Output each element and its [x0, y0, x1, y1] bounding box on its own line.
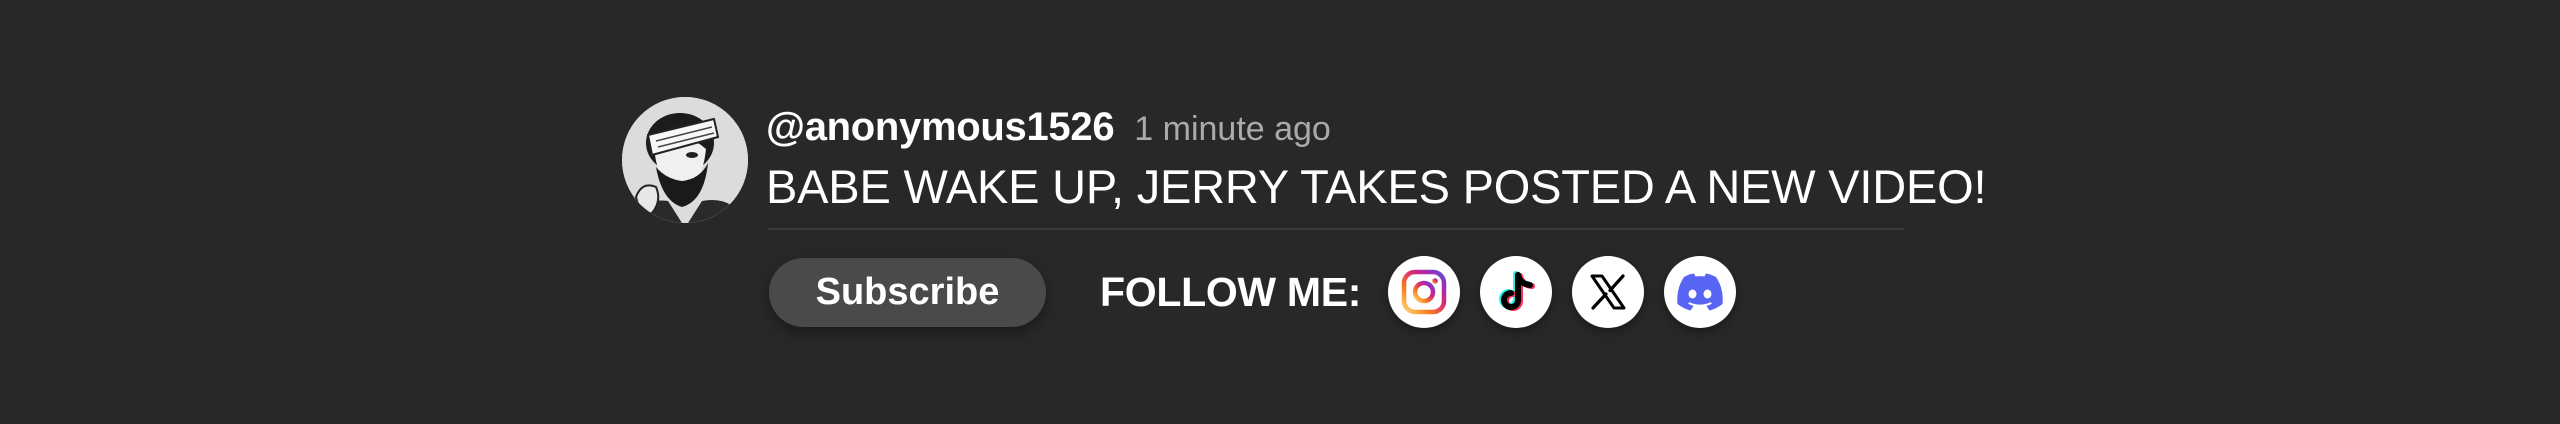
divider — [768, 228, 1904, 230]
timestamp[interactable]: 1 minute ago — [1134, 110, 1331, 149]
avatar[interactable] — [622, 97, 748, 223]
comment-actions: Subscribe FOLLOW ME: — [769, 256, 1756, 328]
comment-text: BABE WAKE UP, JERRY TAKES POSTED A NEW V… — [766, 160, 1987, 213]
tiktok-button[interactable] — [1480, 256, 1553, 328]
comment-header: @anonymous1526 1 minute ago — [766, 105, 1331, 155]
social-links — [1388, 256, 1756, 328]
discord-button[interactable] — [1664, 256, 1737, 328]
instagram-icon — [1401, 269, 1447, 315]
x-button[interactable] — [1572, 256, 1645, 328]
subscribe-button[interactable]: Subscribe — [769, 257, 1046, 327]
comment: @anonymous1526 1 minute ago BABE WAKE UP… — [622, 97, 1987, 337]
tiktok-icon — [1499, 271, 1536, 311]
instagram-button[interactable] — [1388, 256, 1461, 328]
follow-label: FOLLOW ME: — [1100, 268, 1362, 315]
discord-icon — [1677, 273, 1723, 311]
x-icon — [1590, 274, 1626, 310]
avatar-illustration — [622, 97, 748, 223]
username[interactable]: @anonymous1526 — [766, 105, 1115, 150]
